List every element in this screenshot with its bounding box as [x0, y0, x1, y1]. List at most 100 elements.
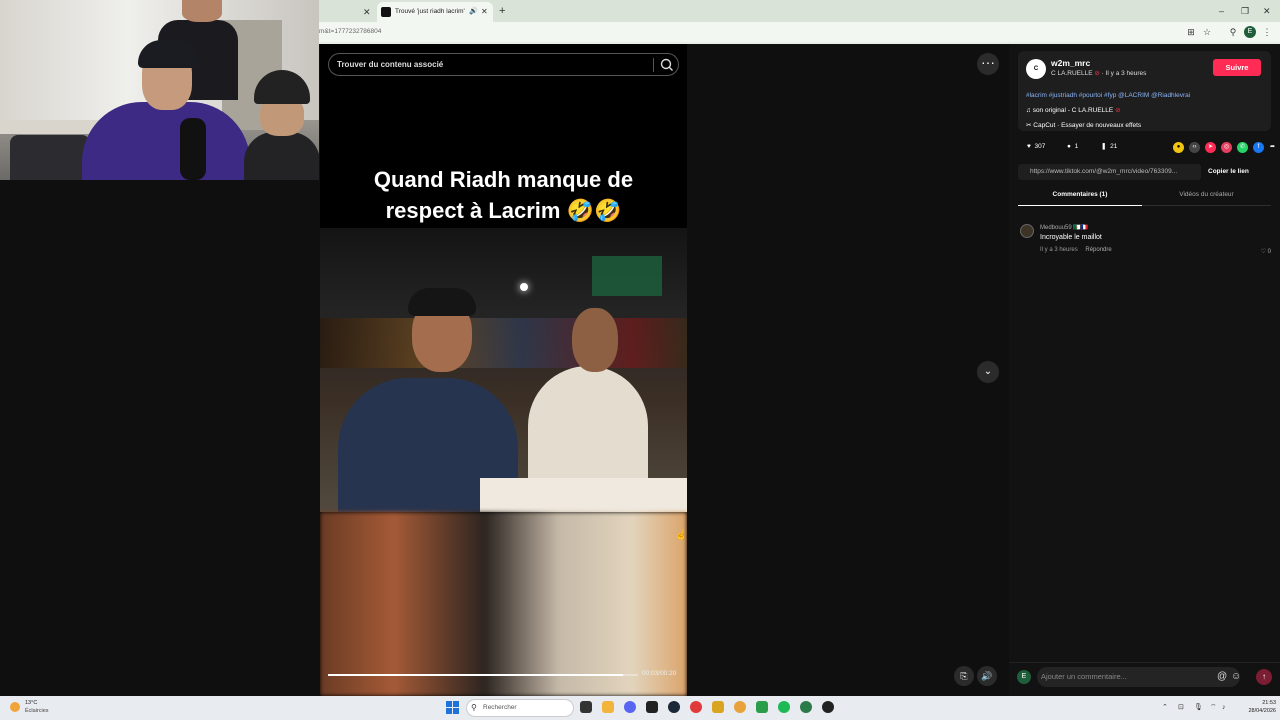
comment-text: Incroyable le maillot [1040, 234, 1102, 241]
browser-chrome: ✕ Trouvé 'just riadh lacrim' su 🔊 ✕ + – … [319, 0, 1280, 44]
video-progress-fill [328, 674, 623, 676]
address-bar[interactable]: m&t=1777232786804 ⊞ ☆ ⚲ E ⋮ [319, 22, 1280, 42]
comment-button[interactable]: ● 1 [1067, 142, 1078, 152]
capcut-text: CapCut · Essayer de nouveaux effets [1033, 122, 1142, 129]
hand-cursor-icon: ☝ [675, 530, 687, 541]
captions-toggle-icon[interactable]: ⎘ [954, 666, 974, 686]
discord-icon[interactable] [624, 701, 636, 713]
copy-link-row: https://www.tiktok.com/@w2m_mrc/video/76… [1018, 164, 1271, 180]
terminal-icon[interactable] [646, 701, 658, 713]
tab-title: Trouvé 'just riadh lacrim' su [395, 8, 467, 15]
tab-bar: ✕ Trouvé 'just riadh lacrim' su 🔊 ✕ + – … [319, 0, 1280, 22]
video-player[interactable]: Quand Riadh manque de respect à Lacrim 🤣… [320, 44, 687, 696]
related-search-input[interactable]: Trouver du contenu associé [328, 53, 679, 76]
music-note-icon: ♫ [1026, 107, 1031, 114]
more-options-button[interactable]: ··· [977, 53, 999, 75]
profile-avatar[interactable]: E [1244, 26, 1256, 38]
wifi-icon[interactable]: ⌔ [1210, 696, 1217, 720]
video-time: 00:03/00:20 [642, 670, 677, 677]
posted-time: · Il y a 3 heures [1101, 70, 1147, 77]
tab-creator-videos[interactable]: Vidéos du créateur [1142, 187, 1271, 206]
chrome-profile-icon[interactable] [800, 701, 812, 713]
mic-icon[interactable]: 🎙 [1194, 696, 1203, 720]
browser-tab-inactive[interactable]: ✕ [319, 2, 375, 22]
weather-widget[interactable]: 13°C Éclaircies [10, 699, 70, 717]
copy-link-button[interactable]: Copier le lien [1208, 164, 1249, 180]
video-frame [320, 228, 687, 512]
commenter-username[interactable]: Medbouu59 🇩🇿🇫🇷 [1040, 224, 1088, 231]
webcam-overlay [0, 0, 319, 180]
maximize-button[interactable]: ❐ [1241, 2, 1249, 20]
opera-icon[interactable] [690, 701, 702, 713]
close-window-button[interactable]: ✕ [1263, 2, 1271, 20]
like-count: 307 [1034, 143, 1046, 150]
tab-comments[interactable]: Commentaires (1) [1018, 187, 1142, 206]
like-button[interactable]: ♥ 307 [1027, 142, 1045, 152]
commenter-avatar[interactable] [1020, 224, 1034, 238]
file-explorer-icon[interactable] [602, 701, 614, 713]
volume-icon[interactable]: 🔊 [977, 666, 997, 686]
taskbar-search-placeholder: Rechercher [483, 704, 517, 711]
app-icon[interactable] [712, 701, 724, 713]
post-link[interactable]: https://www.tiktok.com/@w2m_mrc/video/76… [1018, 164, 1201, 180]
bookmark-icon: ❚ [1101, 143, 1107, 150]
speaker-icon[interactable]: 🔊 [469, 2, 478, 22]
taskbar-search[interactable]: ⚲ Rechercher [466, 699, 574, 717]
chrome-icon[interactable] [734, 701, 746, 713]
comment-like-button[interactable]: ♡ 0 [1261, 248, 1271, 255]
caption-line: respect à Lacrim 🤣🤣 [385, 198, 622, 223]
no-entry-icon: ⊘ [1115, 107, 1121, 114]
creator-username[interactable]: w2m_mrc [1051, 58, 1090, 68]
browser-tab-active[interactable]: Trouvé 'just riadh lacrim' su 🔊 ✕ [377, 2, 493, 22]
translate-icon[interactable]: ⊞ [1185, 26, 1197, 38]
steam-icon[interactable] [668, 701, 680, 713]
post-music[interactable]: ♫ son original - C LA.RUELLE ⊘ [1026, 106, 1121, 114]
instagram-icon[interactable]: ◎ [1221, 142, 1232, 153]
weather-icon [10, 702, 20, 712]
post-hashtags[interactable]: #lacrim #justriadh #pourtoi #fyp @LACRIM… [1026, 92, 1190, 99]
post-panel: C w2m_mrc C LA.RUELLE ⊘ · Il y a 3 heure… [1009, 44, 1280, 696]
task-view-icon[interactable] [580, 701, 592, 713]
new-tab-button[interactable]: + [499, 2, 505, 20]
next-video-button[interactable]: ⌄ [977, 361, 999, 383]
emoji-icon[interactable]: ☺ [1231, 667, 1241, 687]
video-caption: Quand Riadh manque de respect à Lacrim 🤣… [320, 164, 687, 226]
my-avatar: E [1017, 670, 1031, 684]
capcut-link[interactable]: ✂ CapCut · Essayer de nouveaux effets [1026, 121, 1141, 129]
comment-count: 1 [1074, 143, 1079, 150]
creator-nickname: C LA.RUELLE ⊘ · Il y a 3 heures [1051, 69, 1146, 77]
whatsapp-icon[interactable]: ✆ [1237, 142, 1248, 153]
music-title: son original - C LA.RUELLE [1032, 107, 1114, 114]
coin-icon[interactable]: ● [1173, 142, 1184, 153]
send-icon[interactable]: ➤ [1205, 142, 1216, 153]
share-arrow-icon[interactable]: ➦ [1267, 142, 1278, 153]
search-icon[interactable] [659, 57, 675, 73]
menu-icon[interactable]: ⋮ [1261, 26, 1273, 38]
volume-tray-icon[interactable]: ♪ [1222, 696, 1226, 720]
extensions-icon[interactable]: ⚲ [1227, 26, 1239, 38]
save-button[interactable]: ❚ 21 [1101, 142, 1117, 152]
facebook-icon[interactable]: f [1253, 142, 1264, 153]
creator-avatar[interactable]: C [1026, 59, 1046, 79]
embed-icon[interactable]: ‹› [1189, 142, 1200, 153]
system-clock[interactable]: 21:53 28/04/2026 [1236, 699, 1276, 715]
app-green-icon[interactable] [756, 701, 768, 713]
url-text[interactable]: m&t=1777232786804 [319, 22, 381, 42]
close-icon[interactable]: ✕ [363, 2, 371, 22]
minimize-button[interactable]: – [1219, 2, 1224, 20]
tray-chevron-icon[interactable]: ⌃ [1162, 696, 1168, 720]
spotify-icon[interactable] [778, 701, 790, 713]
media-player-icon[interactable] [822, 701, 834, 713]
close-icon[interactable]: ✕ [481, 2, 488, 22]
network-icon[interactable]: ⊡ [1178, 696, 1184, 720]
reply-button[interactable]: Répondre [1085, 247, 1111, 253]
weather-condition: Éclaircies [25, 708, 49, 714]
follow-button[interactable]: Suivre [1213, 59, 1261, 76]
windows-start-icon[interactable] [446, 701, 459, 714]
star-icon[interactable]: ☆ [1201, 26, 1213, 38]
comment-input[interactable]: Ajouter un commentaire... [1037, 667, 1240, 687]
send-comment-button[interactable]: ↑ [1256, 669, 1272, 685]
windows-taskbar: 13°C Éclaircies ⚲ Rechercher ⌃ ⊡ 🎙 ⌔ ♪ 2… [0, 696, 1280, 720]
video-progress-bar[interactable] [328, 674, 638, 676]
mention-icon[interactable]: @ [1217, 667, 1227, 687]
